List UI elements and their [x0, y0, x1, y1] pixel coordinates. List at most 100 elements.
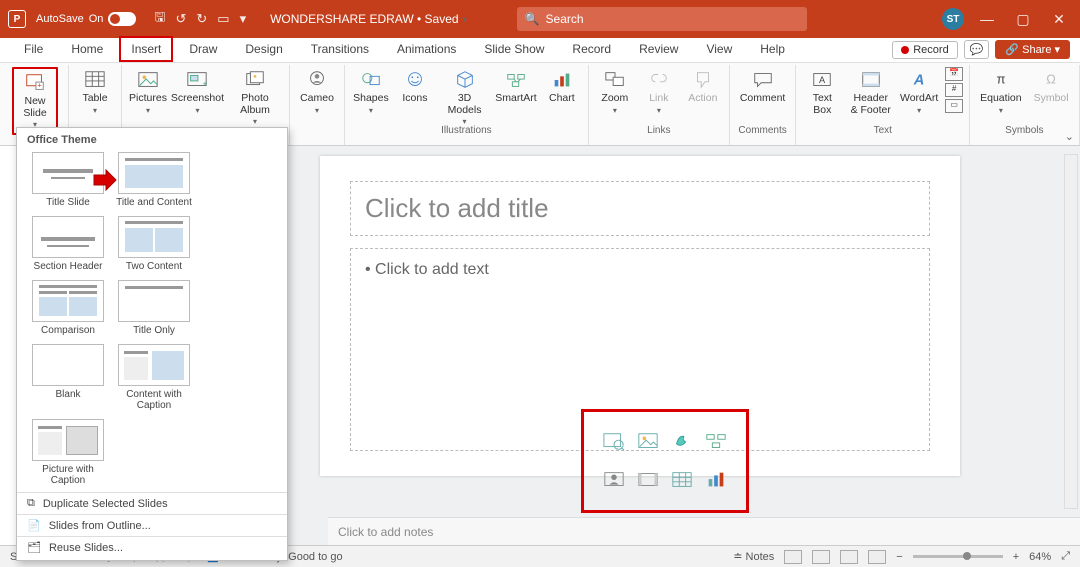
- chart-button[interactable]: Chart: [542, 67, 582, 107]
- slide-canvas[interactable]: Click to add title • Click to add text: [320, 156, 960, 476]
- maximize-button[interactable]: ▢: [1010, 11, 1036, 28]
- layout-picture-with-caption[interactable]: Picture with Caption: [28, 419, 108, 486]
- tab-view[interactable]: View: [694, 36, 744, 62]
- insert-video-icon[interactable]: [635, 469, 661, 491]
- cameo-button[interactable]: Cameo▾: [296, 67, 338, 117]
- slides-from-outline-item[interactable]: 📄Slides from Outline...: [17, 514, 287, 536]
- table-button[interactable]: Table▾: [75, 67, 115, 117]
- tab-review[interactable]: Review: [627, 36, 690, 62]
- comment-button[interactable]: Comment: [736, 67, 790, 107]
- pictures-button[interactable]: Pictures▾: [128, 67, 168, 117]
- sorter-view-button[interactable]: [812, 550, 830, 564]
- layout-blank[interactable]: Blank: [28, 344, 108, 411]
- insert-cameo-icon[interactable]: [601, 469, 627, 491]
- tab-home[interactable]: Home: [59, 36, 115, 62]
- zoom-level[interactable]: 64%: [1029, 551, 1051, 563]
- present-icon[interactable]: ▭: [217, 11, 229, 27]
- autosave-state: On: [89, 13, 104, 25]
- tab-animations[interactable]: Animations: [385, 36, 468, 62]
- photo-album-button[interactable]: Photo Album▾: [227, 67, 283, 129]
- content-placeholder-icons: [581, 409, 749, 513]
- comments-pane-button[interactable]: 💬: [964, 40, 990, 59]
- tab-file[interactable]: File: [12, 36, 55, 62]
- equation-button[interactable]: πEquation▾: [976, 67, 1025, 117]
- screenshot-button[interactable]: +Screenshot▾: [172, 67, 223, 117]
- collapse-ribbon-icon[interactable]: ⌄: [1065, 130, 1074, 143]
- vertical-scrollbar[interactable]: [1064, 154, 1078, 509]
- slideshow-view-button[interactable]: [868, 550, 886, 564]
- symbol-icon: Ω: [1038, 69, 1064, 91]
- layout-two-content[interactable]: Two Content: [114, 216, 194, 272]
- record-button[interactable]: Record: [892, 41, 957, 59]
- title-bar: P AutoSave On 🖫 ↺ ↻ ▭ ▾ WONDERSHARE EDRA…: [0, 0, 1080, 38]
- normal-view-button[interactable]: [784, 550, 802, 564]
- search-icon: 🔍: [525, 12, 540, 26]
- reuse-slides-item[interactable]: 🗂Reuse Slides...: [17, 536, 287, 558]
- zoom-in-button[interactable]: +: [1013, 551, 1019, 563]
- chevron-down-icon[interactable]: ▾: [463, 15, 467, 24]
- user-avatar[interactable]: ST: [942, 8, 964, 30]
- insert-smartart-icon[interactable]: [703, 431, 729, 453]
- redo-icon[interactable]: ↻: [196, 11, 207, 27]
- tab-slideshow[interactable]: Slide Show: [472, 36, 556, 62]
- icons-button[interactable]: Icons: [395, 67, 435, 107]
- zoom-icon: [602, 69, 628, 91]
- tab-transitions[interactable]: Transitions: [299, 36, 381, 62]
- tab-draw[interactable]: Draw: [177, 36, 229, 62]
- tab-design[interactable]: Design: [233, 36, 294, 62]
- layout-section-header[interactable]: Section Header: [28, 216, 108, 272]
- title-placeholder[interactable]: Click to add title: [350, 181, 930, 236]
- layout-title-and-content[interactable]: Title and Content: [114, 152, 194, 208]
- save-icon[interactable]: 🖫: [154, 8, 165, 30]
- outline-icon: 📄: [27, 519, 41, 532]
- notes-toggle[interactable]: ≐ Notes: [733, 550, 774, 563]
- action-button: Action: [683, 67, 723, 107]
- text-box-button[interactable]: AText Box: [802, 67, 842, 118]
- duplicate-icon: ⧉: [27, 497, 35, 510]
- insert-chart-icon[interactable]: [703, 469, 729, 491]
- link-icon: [646, 69, 672, 91]
- group-symbols: Symbols: [1005, 123, 1043, 136]
- layout-comparison[interactable]: Comparison: [28, 280, 108, 336]
- search-box[interactable]: 🔍 Search: [517, 7, 807, 31]
- slide-number-icon[interactable]: #: [945, 83, 963, 97]
- autosave-toggle[interactable]: AutoSave On: [36, 12, 136, 26]
- app-icon: P: [8, 10, 26, 28]
- smartart-button[interactable]: SmartArt: [494, 67, 538, 107]
- qat-dropdown-icon[interactable]: ▾: [240, 11, 247, 27]
- minimize-button[interactable]: —: [974, 11, 1000, 27]
- insert-picture-icon[interactable]: [635, 431, 661, 453]
- shapes-button[interactable]: Shapes▾: [351, 67, 391, 117]
- tab-help[interactable]: Help: [748, 36, 797, 62]
- reading-view-button[interactable]: [840, 550, 858, 564]
- toggle-switch-icon[interactable]: [108, 12, 136, 26]
- search-placeholder: Search: [546, 12, 584, 26]
- zoom-out-button[interactable]: −: [896, 551, 902, 563]
- share-button[interactable]: 🔗Share▾: [995, 40, 1070, 59]
- undo-icon[interactable]: ↺: [175, 11, 186, 27]
- 3d-models-button[interactable]: 3D Models▾: [439, 67, 490, 129]
- insert-stock-image-icon[interactable]: [601, 431, 627, 453]
- wordart-button[interactable]: AWordArt▾: [899, 67, 939, 117]
- object-icon[interactable]: ▭: [945, 99, 963, 113]
- layout-title-only[interactable]: Title Only: [114, 280, 194, 336]
- insert-icon-icon[interactable]: [669, 431, 695, 453]
- zoom-slider[interactable]: [913, 555, 1003, 558]
- tab-record[interactable]: Record: [560, 36, 623, 62]
- zoom-button[interactable]: Zoom▾: [595, 67, 635, 117]
- notes-pane[interactable]: Click to add notes: [328, 517, 1080, 545]
- layout-content-with-caption[interactable]: Content with Caption: [114, 344, 194, 411]
- insert-table-icon[interactable]: [669, 469, 695, 491]
- chart-icon: [549, 69, 575, 91]
- fit-to-window-button[interactable]: ⤢: [1061, 550, 1070, 563]
- smartart-icon: [503, 69, 529, 91]
- header-footer-button[interactable]: Header & Footer: [846, 67, 895, 118]
- tab-insert[interactable]: Insert: [119, 36, 173, 62]
- body-placeholder[interactable]: • Click to add text: [350, 248, 930, 451]
- document-title[interactable]: WONDERSHARE EDRAW • Saved ▾: [270, 12, 466, 26]
- shapes-icon: [358, 69, 384, 91]
- duplicate-slides-item[interactable]: ⧉Duplicate Selected Slides: [17, 492, 287, 514]
- quick-access-toolbar: 🖫 ↺ ↻ ▭ ▾: [154, 8, 246, 30]
- close-button[interactable]: ✕: [1046, 11, 1072, 28]
- date-time-icon[interactable]: 📅: [945, 67, 963, 81]
